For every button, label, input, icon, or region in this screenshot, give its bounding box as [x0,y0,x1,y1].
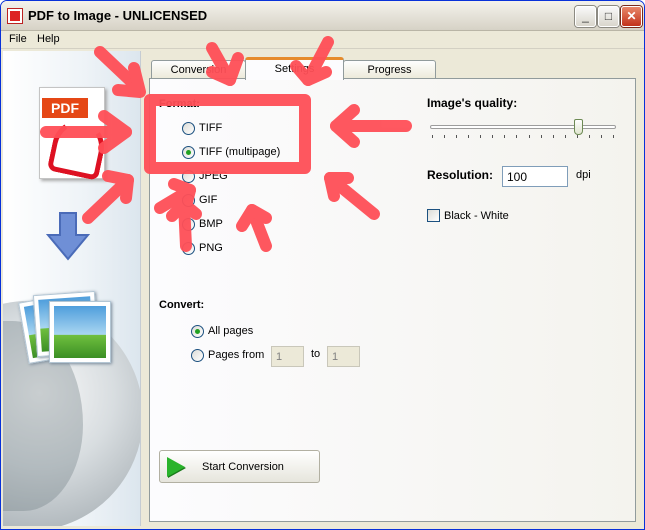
radio-icon[interactable] [182,217,195,231]
pages-from-input[interactable] [271,346,304,367]
maximize-button[interactable]: □ [598,6,619,27]
radio-icon[interactable] [182,145,195,159]
pages-to-input[interactable] [327,346,360,367]
format-label: Format: [159,98,200,110]
slider-tick [553,135,554,138]
format-option-bmp[interactable]: BMP [182,217,223,231]
pages-to-label: to [311,348,321,360]
slider-tick [516,135,517,138]
start-conversion-button[interactable]: Start Conversion [159,450,320,483]
quality-label: Image's quality: [427,96,518,110]
tab-conversion[interactable]: Conversion [151,60,246,79]
format-option-label: TIFF (multipage) [199,146,281,158]
tab-progress[interactable]: Progress [343,60,436,79]
slider-tick [468,135,469,138]
black-white-label: Black - White [444,209,509,222]
left-illustration-panel: PDF [3,51,141,526]
slider-tick [504,135,505,138]
format-option-label: BMP [199,218,223,230]
convert-pages-range[interactable]: Pages from [191,348,264,362]
format-option-label: TIFF [199,122,223,134]
slider-track[interactable] [430,125,616,129]
quality-slider[interactable] [428,119,618,141]
format-option-jpeg[interactable]: JPEG [182,169,228,183]
minimize-button[interactable]: _ [575,6,596,27]
title-bar[interactable]: PDF to Image - UNLICENSED _ □ ✕ [1,1,644,31]
convert-pages-from-label: Pages from [208,349,265,361]
menu-bar: File Help [1,31,644,49]
pdf-badge: PDF [42,98,88,118]
menu-file[interactable]: File [9,33,27,45]
arrow-down-icon [46,212,90,261]
window-title: PDF to Image - UNLICENSED [28,8,208,23]
slider-tick [480,135,481,138]
pdf-document-icon: PDF [39,87,105,179]
checkbox-icon[interactable] [427,209,440,222]
convert-all-pages[interactable]: All pages [191,324,253,338]
slider-tick [613,135,614,138]
slider-tick [456,135,457,138]
slider-thumb[interactable] [574,119,583,135]
black-white-checkbox[interactable]: Black - White [427,209,509,222]
dpi-unit-label: dpi [576,169,591,181]
slider-tick [577,135,578,138]
format-option-gif[interactable]: GIF [182,193,217,207]
app-window: PDF to Image - UNLICENSED _ □ ✕ File Hel… [0,0,645,530]
slider-tick [444,135,445,138]
radio-icon[interactable] [191,348,204,362]
menu-help[interactable]: Help [37,33,60,45]
format-option-tiff[interactable]: TIFF [182,121,222,135]
radio-icon[interactable] [182,121,195,135]
close-button[interactable]: ✕ [621,6,642,27]
convert-all-pages-label: All pages [208,325,254,337]
format-option-label: JPEG [199,170,228,182]
slider-tick [589,135,590,138]
slider-tick [565,135,566,138]
tab-settings[interactable]: Settings [245,57,344,80]
format-option-png[interactable]: PNG [182,241,223,255]
format-option-label: GIF [199,194,218,206]
slider-tick [492,135,493,138]
play-icon [167,457,185,477]
resolution-label: Resolution: [427,168,493,182]
radio-icon[interactable] [182,193,195,207]
slider-tick [601,135,602,138]
slider-tick [432,135,433,138]
slider-tick [541,135,542,138]
app-icon[interactable] [7,8,23,24]
radio-icon[interactable] [182,241,195,255]
start-conversion-label: Start Conversion [202,461,284,473]
format-option-tiff-multipage[interactable]: TIFF (multipage) [182,145,280,159]
radio-icon[interactable] [182,169,195,183]
convert-label: Convert: [159,299,205,311]
image-stack-icon [49,301,111,363]
format-option-label: PNG [199,242,223,254]
resolution-input[interactable] [502,166,568,187]
slider-tick [529,135,530,138]
radio-icon[interactable] [191,324,204,338]
